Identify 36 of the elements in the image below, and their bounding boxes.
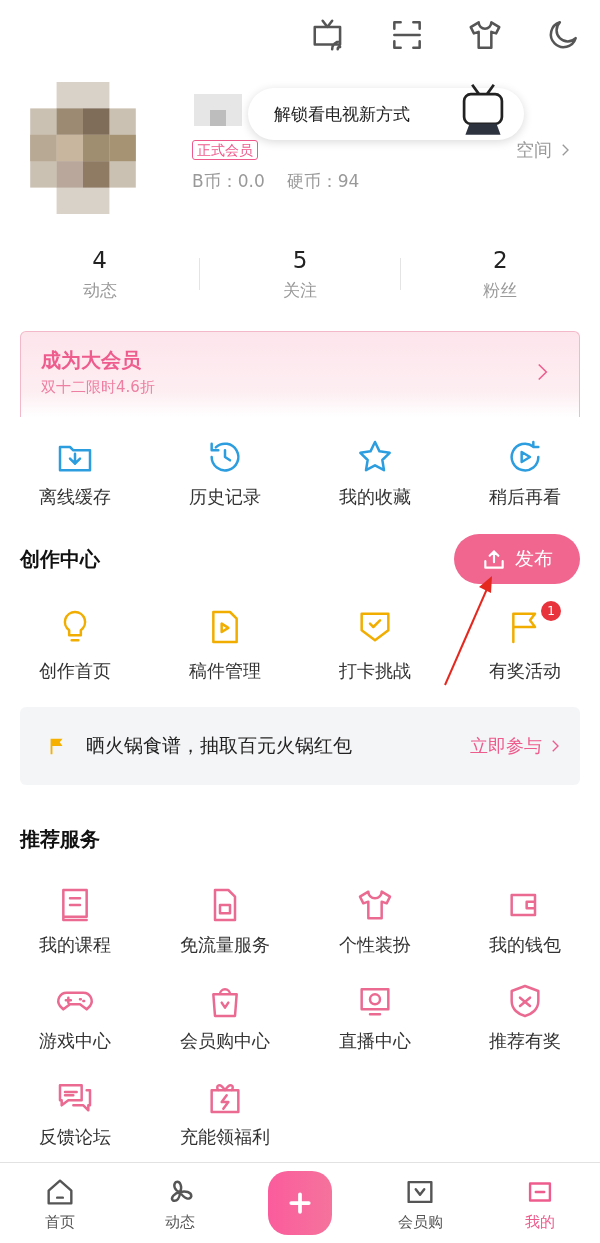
action-label[interactable]: 稍后再看 <box>489 485 561 509</box>
nav-tab[interactable]: 动态 <box>163 1174 197 1232</box>
vip-title: 成为大会员 <box>41 346 142 374</box>
service-label[interactable]: 反馈论坛 <box>39 1125 111 1149</box>
coin-balance: 硬币：94 <box>286 170 360 193</box>
section-title: 创作中心 <box>20 545 100 573</box>
service-label[interactable]: 推荐有奖 <box>489 1029 561 1053</box>
nav-tab[interactable]: 首页 <box>43 1174 77 1232</box>
vip-subtitle: 双十二限时4.6折 <box>41 377 155 397</box>
service-label[interactable]: 个性装扮 <box>339 933 411 957</box>
nav-tab[interactable]: 会员购 <box>397 1174 443 1232</box>
promo-text: 晒火锅食谱，抽取百元火锅红包 <box>86 733 353 758</box>
service-label[interactable]: 直播中心 <box>339 1029 411 1053</box>
stat-value[interactable]: 2 <box>493 246 508 273</box>
creator-label[interactable]: 稿件管理 <box>189 659 261 683</box>
creator-label[interactable]: 打卡挑战 <box>339 659 411 683</box>
stat-value[interactable]: 4 <box>92 246 107 273</box>
add-button[interactable] <box>268 1171 332 1235</box>
coin-balance: B币：0.0 <box>192 170 265 193</box>
member-badge: 正式会员 <box>192 140 258 160</box>
stat-value[interactable]: 5 <box>292 246 308 273</box>
notification-badge: 1 <box>541 601 561 621</box>
service-label[interactable]: 我的课程 <box>39 933 111 957</box>
action-label[interactable]: 我的收藏 <box>339 485 411 509</box>
promo-bar[interactable]: 晒火锅食谱，抽取百元火锅红包 立即参与 <box>20 707 580 785</box>
service-label[interactable]: 我的钱包 <box>489 933 561 957</box>
action-label[interactable]: 历史记录 <box>189 485 261 509</box>
creator-label[interactable]: 创作首页 <box>39 659 111 683</box>
service-label[interactable]: 会员购中心 <box>180 1029 270 1053</box>
creator-label[interactable]: 有奖活动 <box>489 659 561 683</box>
tooltip-text: 解锁看电视新方式 <box>274 102 410 126</box>
action-label[interactable]: 离线缓存 <box>39 485 111 509</box>
service-label[interactable]: 游戏中心 <box>39 1029 111 1053</box>
service-label[interactable]: 免流量服务 <box>180 933 270 957</box>
section-title: 推荐服务 <box>20 825 100 853</box>
service-label[interactable]: 充能领福利 <box>180 1125 270 1149</box>
